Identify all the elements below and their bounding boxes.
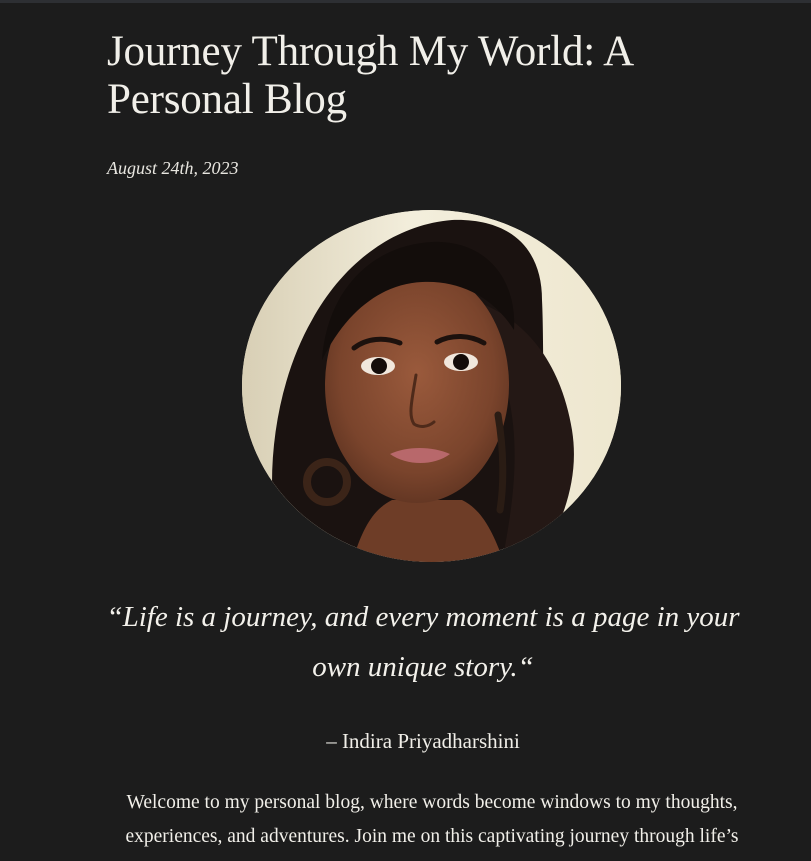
quote-attribution: – Indira Priyadharshini: [326, 729, 520, 753]
portrait-image: [242, 210, 621, 562]
intro-paragraph: Welcome to my personal blog, where words…: [125, 792, 739, 861]
featured-quote: “Life is a journey, and every moment is …: [106, 601, 740, 683]
page-title: Journey Through My World: A Personal Blo…: [107, 28, 632, 123]
blog-post: Journey Through My World: A Personal Blo…: [0, 0, 811, 861]
post-date: August 24th, 2023: [107, 158, 239, 178]
author-portrait: [242, 210, 621, 562]
